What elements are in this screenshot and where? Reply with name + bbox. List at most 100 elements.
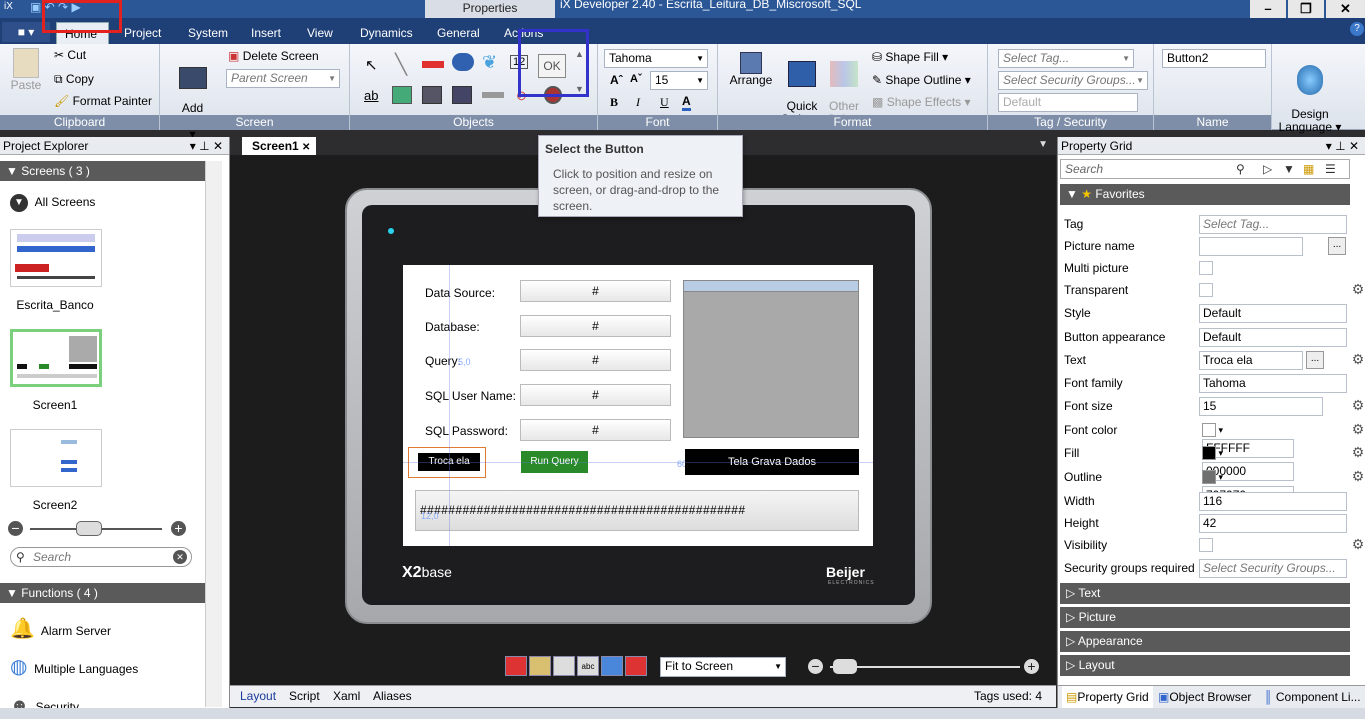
fit-to-screen-select[interactable]: Fit to Screen ▼ <box>660 657 786 677</box>
rectangle-icon[interactable] <box>422 61 444 68</box>
tab-object-browser[interactable]: ▣Object Browser <box>1158 686 1251 708</box>
gear-icon[interactable]: ⚙ <box>1350 468 1365 484</box>
property-value[interactable]: Troca ela <box>1199 351 1303 370</box>
text-object-icon[interactable]: ab <box>364 88 378 103</box>
property-checkbox[interactable] <box>1199 261 1213 275</box>
shape-effects-button[interactable]: ▩ Shape Effects ▾ <box>872 95 971 109</box>
maximize-button[interactable]: ❐ <box>1288 0 1324 18</box>
tab-script[interactable]: Script <box>289 689 320 703</box>
zoom-out-icon[interactable]: − <box>808 659 823 674</box>
chevron-down-icon[interactable]: ▾ <box>1216 472 1224 482</box>
thumbnail-zoom-slider[interactable]: − + <box>8 521 188 537</box>
category-picture[interactable]: ▷ Picture <box>1060 607 1350 628</box>
gear-icon[interactable]: ⚙ <box>1350 444 1365 460</box>
tab-aliases[interactable]: Aliases <box>373 689 412 703</box>
select-tag-select[interactable]: Select Tag... ▼ <box>998 49 1134 68</box>
property-color[interactable]: ▾ 707070 <box>1199 468 1319 505</box>
trend-icon[interactable] <box>422 86 442 104</box>
canvas-zoom-slider[interactable]: − + <box>808 658 1040 676</box>
result-list-box[interactable] <box>683 280 859 438</box>
function-alarm-server[interactable]: 🔔 Alarm Server <box>10 614 111 644</box>
ellipsis-button[interactable]: ... <box>1328 237 1346 255</box>
chevron-down-icon[interactable]: ▾ <box>1216 425 1224 435</box>
bold-button[interactable]: B <box>610 95 618 110</box>
property-value[interactable]: Select Tag... <box>1199 215 1347 234</box>
shape-outline-button[interactable]: ✎ Shape Outline ▾ <box>872 73 971 87</box>
name-input[interactable]: Button2 <box>1162 49 1266 68</box>
tab-insert[interactable]: Insert <box>243 22 289 44</box>
play-icon[interactable]: ▷ <box>1263 160 1272 178</box>
close-button[interactable]: ✕ <box>1326 0 1365 18</box>
tab-xaml[interactable]: Xaml <box>333 689 360 703</box>
sort-icon[interactable]: ☰ <box>1325 160 1336 178</box>
default-select[interactable]: Default <box>998 93 1138 112</box>
screens-section-header[interactable]: ▼ Screens ( 3 ) <box>0 161 205 181</box>
underline-button[interactable]: U <box>660 95 669 110</box>
polyline-icon[interactable]: ❦ <box>482 52 497 73</box>
screen-thumbnail-screen2[interactable] <box>10 429 102 487</box>
property-checkbox[interactable] <box>1199 538 1213 552</box>
scrollbar[interactable] <box>205 161 222 707</box>
property-color[interactable]: ▾ FFFFFF <box>1199 421 1319 458</box>
slider-icon[interactable] <box>482 92 504 98</box>
query-field[interactable]: # <box>520 349 671 371</box>
screen-preview-icon[interactable] <box>601 656 623 676</box>
snap-icon[interactable] <box>625 656 647 676</box>
tab-property-grid[interactable]: ▤Property Grid <box>1062 686 1153 708</box>
app-icon[interactable]: iX <box>4 1 13 12</box>
tab-component-library[interactable]: ║ Component Li... <box>1264 686 1361 708</box>
zoom-out-icon[interactable]: − <box>8 521 23 536</box>
property-value[interactable] <box>1199 237 1303 256</box>
property-value[interactable]: 15 <box>1199 397 1323 416</box>
categorize-icon[interactable]: ▦ <box>1303 160 1314 178</box>
tab-layout[interactable]: Layout <box>240 689 276 703</box>
comment-icon[interactable] <box>553 656 575 676</box>
functions-section-header[interactable]: ▼ Functions ( 4 ) <box>0 583 205 603</box>
copy-button[interactable]: ⧉ Copy <box>54 72 94 87</box>
zoom-in-icon[interactable]: + <box>171 521 186 536</box>
tab-general[interactable]: General <box>429 22 488 44</box>
delete-screen-button[interactable]: ▣ Delete Screen <box>228 49 319 63</box>
font-color-button[interactable]: A <box>682 94 691 111</box>
pin-close-icons[interactable]: ▾ ⊥ ✕ <box>1326 137 1359 155</box>
property-checkbox[interactable] <box>1199 283 1213 297</box>
all-screens-item[interactable]: ▼ All Screens <box>10 194 95 212</box>
arrange-button[interactable]: Arrange <box>726 52 776 87</box>
screen-search-input[interactable]: ⚲ Search ✕ <box>10 547 192 567</box>
favorites-category[interactable]: ▼ ★ Favorites <box>1060 184 1350 205</box>
grow-font-button[interactable]: Aˆ <box>610 73 623 87</box>
clear-search-icon[interactable]: ✕ <box>173 550 187 564</box>
database-field[interactable]: # <box>520 315 671 337</box>
paste-button[interactable]: Paste <box>8 48 44 92</box>
hash-display-field[interactable]: ########################################… <box>415 490 859 531</box>
parent-screen-select[interactable]: Parent Screen ▼ <box>226 69 340 88</box>
chevron-down-icon[interactable]: ▾ <box>1216 448 1224 458</box>
select-security-select[interactable]: Select Security Groups... ▼ <box>998 71 1148 90</box>
category-layout[interactable]: ▷ Layout <box>1060 655 1350 676</box>
ellipsis-button[interactable]: ... <box>1306 351 1324 369</box>
font-size-select[interactable]: 15 ▼ <box>650 71 708 90</box>
gear-icon[interactable]: ⚙ <box>1350 421 1365 437</box>
function-multiple-languages[interactable]: ◍ Multiple Languages <box>10 652 138 682</box>
format-painter-button[interactable]: 🖌 Format Painter <box>54 94 152 108</box>
tab-system[interactable]: System <box>180 22 236 44</box>
help-icon[interactable]: ? <box>1350 22 1364 36</box>
pin-close-icons[interactable]: ▾ ⊥ ✕ <box>190 137 223 155</box>
tab-screen1[interactable]: Screen1 ✕ <box>242 137 316 155</box>
sql-password-field[interactable]: # <box>520 419 671 441</box>
screen-thumbnail-screen1[interactable] <box>10 329 102 387</box>
sql-user-name-field[interactable]: # <box>520 384 671 406</box>
gear-icon[interactable]: ⚙ <box>1350 536 1365 552</box>
data-source-field[interactable]: # <box>520 280 671 302</box>
gear-icon[interactable]: ⚙ <box>1350 281 1365 297</box>
shape-fill-button[interactable]: ⛁ Shape Fill ▾ <box>872 50 948 64</box>
pointer-icon[interactable]: ↖ <box>365 56 378 74</box>
font-family-select[interactable]: Tahoma ▼ <box>604 49 708 68</box>
grid-icon[interactable] <box>505 656 527 676</box>
property-value[interactable]: Tahoma <box>1199 374 1347 393</box>
design-language-button[interactable]: Design Language ▾ <box>1277 52 1343 134</box>
gear-icon[interactable]: ⚙ <box>1350 397 1365 413</box>
zoom-in-icon[interactable]: + <box>1024 659 1039 674</box>
minimize-button[interactable]: – <box>1250 0 1286 18</box>
tab-project[interactable]: Project <box>116 22 169 44</box>
